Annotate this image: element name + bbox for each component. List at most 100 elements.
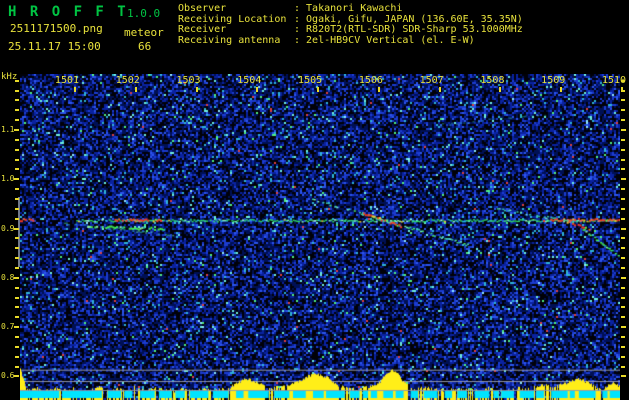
mode-label: meteor bbox=[124, 26, 164, 39]
x-axis-label: 1505 bbox=[298, 75, 323, 86]
info-row: Receiving Location : Ogaki, Gifu, JAPAN (… bbox=[178, 13, 523, 25]
x-axis-tick bbox=[560, 87, 563, 92]
right-axis-major-tick bbox=[621, 276, 626, 279]
right-axis-minor-tick bbox=[621, 109, 625, 112]
right-axis-minor-tick bbox=[621, 296, 625, 299]
y-axis-minor-tick bbox=[15, 345, 19, 348]
x-axis-tick bbox=[195, 87, 198, 92]
info-value: : Takanori Kawachi bbox=[294, 3, 403, 14]
right-axis-minor-tick bbox=[621, 168, 625, 171]
x-axis-label: 1501 bbox=[54, 75, 80, 86]
right-axis-major-tick bbox=[621, 227, 626, 230]
y-axis-minor-tick bbox=[15, 99, 19, 102]
right-axis-minor-tick bbox=[621, 188, 625, 191]
y-axis-major-tick bbox=[14, 129, 19, 131]
x-axis-label: 1508 bbox=[480, 75, 505, 86]
x-axis-label: 1507 bbox=[419, 75, 444, 86]
right-axis-major-tick bbox=[621, 129, 626, 131]
y-axis-major-tick bbox=[14, 276, 19, 279]
y-axis-major-tick bbox=[14, 227, 19, 230]
y-axis-major-tick bbox=[14, 375, 19, 378]
right-axis-minor-tick bbox=[621, 355, 625, 358]
y-axis-minor-tick bbox=[15, 306, 19, 309]
info-row: Receiving antenna : 2el-HB9CV Vertical (e… bbox=[178, 36, 475, 46]
x-axis-tick bbox=[256, 87, 259, 92]
right-axis-minor-tick bbox=[621, 316, 625, 319]
right-axis-minor-tick bbox=[621, 306, 625, 309]
y-axis-minor-tick bbox=[15, 109, 19, 112]
spectrogram-canvas bbox=[20, 74, 620, 400]
info-row: Receiver : R820T2(RTL-SDR) SDR-Sharp 53.1… bbox=[178, 25, 523, 35]
y-axis-minor-tick bbox=[15, 89, 19, 92]
right-axis-minor-tick bbox=[621, 99, 625, 102]
right-axis-minor-tick bbox=[621, 266, 625, 269]
y-axis-minor-tick bbox=[15, 257, 19, 260]
right-axis-minor-tick bbox=[621, 217, 625, 220]
y-axis-minor-tick bbox=[15, 138, 19, 141]
y-axis-minor-tick bbox=[15, 79, 19, 82]
right-axis-minor-tick bbox=[621, 148, 625, 151]
info-row: Observer : Takanori Kawachi bbox=[178, 4, 402, 14]
x-axis-label: 1503 bbox=[176, 75, 201, 86]
observation-datetime: 25.11.17 15:00 bbox=[8, 40, 101, 53]
echo-count: 66 bbox=[138, 40, 152, 53]
y-axis-minor-tick bbox=[15, 355, 19, 358]
right-axis-minor-tick bbox=[621, 207, 625, 210]
right-axis-minor-tick bbox=[621, 119, 625, 122]
y-axis-minor-tick bbox=[15, 316, 19, 319]
right-axis-minor-tick bbox=[621, 365, 625, 368]
info-label: Receiving Location bbox=[178, 13, 287, 25]
x-axis-tick bbox=[438, 87, 441, 92]
right-axis-minor-tick bbox=[621, 257, 625, 260]
info-value: : R820T2(RTL-SDR) SDR-Sharp 53.1000MHz bbox=[294, 24, 523, 36]
y-axis-minor-tick bbox=[15, 197, 19, 200]
y-axis-minor-tick bbox=[15, 168, 19, 171]
y-axis-minor-tick bbox=[15, 119, 19, 122]
y-axis-minor-tick bbox=[15, 207, 19, 210]
x-axis-tick bbox=[73, 87, 76, 92]
output-filename: 2511171500.png bbox=[10, 22, 103, 35]
y-axis-minor-tick bbox=[15, 286, 19, 289]
info-value: : 2el-HB9CV Vertical (el. E-W) bbox=[294, 35, 475, 47]
y-axis-label: 0.7 bbox=[1, 322, 14, 332]
y-axis-label: 1.0 bbox=[1, 174, 14, 184]
info-label: Receiver bbox=[178, 24, 227, 36]
y-axis-minor-tick bbox=[15, 148, 19, 151]
y-axis-minor-tick bbox=[15, 188, 19, 191]
right-axis-minor-tick bbox=[621, 286, 625, 289]
y-axis-label: 0.6 bbox=[1, 371, 14, 381]
info-label: Observer bbox=[178, 3, 227, 14]
right-axis-minor-tick bbox=[621, 158, 625, 161]
y-axis-minor-tick bbox=[15, 217, 19, 220]
y-axis-major-tick bbox=[14, 326, 19, 329]
y-axis-label: 0.9 bbox=[1, 223, 14, 233]
x-axis-tick bbox=[134, 87, 137, 92]
y-axis-minor-tick bbox=[15, 237, 19, 240]
right-axis-minor-tick bbox=[621, 79, 625, 82]
y-axis-minor-tick bbox=[15, 247, 19, 250]
info-value: : Ogaki, Gifu, JAPAN (136.60E, 35.35N) bbox=[294, 13, 523, 25]
right-axis-major-tick bbox=[621, 375, 626, 378]
right-axis-minor-tick bbox=[621, 345, 625, 348]
x-axis-label: 1504 bbox=[237, 75, 262, 86]
app-version: 1.0.0 bbox=[127, 7, 161, 20]
x-axis-tick bbox=[377, 87, 380, 92]
y-axis-minor-tick bbox=[15, 365, 19, 368]
y-axis-label: 1.1 bbox=[1, 125, 14, 134]
y-axis-minor-tick bbox=[15, 158, 19, 161]
right-axis-minor-tick bbox=[621, 197, 625, 200]
right-axis-minor-tick bbox=[621, 247, 625, 250]
right-axis-minor-tick bbox=[621, 138, 625, 141]
right-axis-major-tick bbox=[621, 326, 626, 329]
x-axis-label: 1509 bbox=[541, 75, 566, 86]
right-axis-minor-tick bbox=[621, 335, 625, 338]
x-axis-label: 1502 bbox=[115, 75, 140, 86]
right-axis-minor-tick bbox=[621, 89, 625, 92]
hrofft-screen: H R O F F T 1.0.0 2511171500.png meteor … bbox=[0, 0, 629, 400]
y-axis-minor-tick bbox=[15, 296, 19, 299]
x-axis-label: 1506 bbox=[358, 75, 383, 86]
app-title: H R O F F T bbox=[8, 4, 129, 20]
x-axis-tick bbox=[499, 87, 502, 92]
info-label: Receiving antenna bbox=[178, 35, 281, 47]
y-axis-minor-tick bbox=[15, 266, 19, 269]
